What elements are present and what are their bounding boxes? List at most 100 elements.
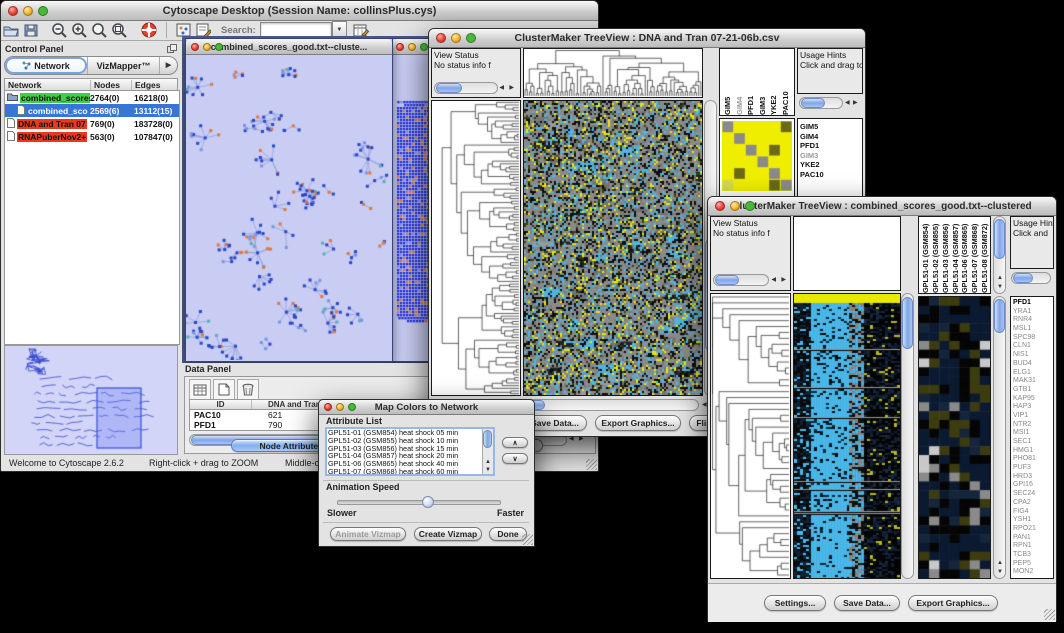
save-data-button[interactable]: Save Data...	[834, 595, 900, 611]
scroll-up-icon[interactable]: ▲	[997, 560, 1003, 566]
new-attribute-icon[interactable]	[213, 379, 235, 400]
close-button[interactable]	[8, 6, 18, 16]
minimize-button[interactable]	[451, 33, 461, 43]
row-label[interactable]: MSL1	[1013, 325, 1053, 334]
row-label[interactable]: RNR4	[1013, 316, 1053, 325]
slider-thumb[interactable]	[422, 496, 434, 508]
minimize-button[interactable]	[730, 201, 740, 211]
column-label[interactable]: GPL51-08 (GSM872)	[980, 217, 990, 293]
scroll-down-icon[interactable]: ▼	[485, 467, 491, 473]
close-button[interactable]	[191, 43, 199, 51]
row-label[interactable]: GIM4	[800, 132, 862, 142]
column-labels-vscroll[interactable]: ▲ ▼	[993, 216, 1006, 294]
zoom-in-icon[interactable]	[69, 21, 89, 40]
zoom-button[interactable]	[38, 6, 48, 16]
attribute-list-item[interactable]: GPL51-07 (GSM868) heat shock 60 min	[328, 468, 458, 476]
move-up-button[interactable]: ∧	[502, 437, 528, 448]
scroll-down-icon[interactable]: ▼	[997, 569, 1003, 575]
treeview2-titlebar[interactable]: ClusterMaker TreeView : combined_scores_…	[708, 197, 1056, 216]
row-label[interactable]: SEC24	[1013, 490, 1053, 499]
resize-grip[interactable]	[522, 534, 533, 545]
export-graphics-button[interactable]: Export Graphics...	[595, 415, 681, 431]
network-list-item[interactable]: RNAPuberNov2+563(0)107847(0)	[5, 130, 179, 143]
column-dendrogram-canvas[interactable]	[524, 49, 702, 97]
row-label[interactable]: PUF3	[1013, 464, 1053, 473]
network-list-item[interactable]: combined_scores_2764(0)16218(0)	[5, 91, 179, 104]
row-label[interactable]: RPN1	[1013, 542, 1053, 551]
zoom-out-icon[interactable]	[49, 21, 69, 40]
zoom-selected-icon[interactable]	[89, 21, 109, 40]
row-label[interactable]: PFD1	[1013, 299, 1053, 308]
close-button[interactable]	[436, 33, 446, 43]
network-overview-canvas[interactable]	[5, 346, 177, 454]
detail-heatmap-canvas[interactable]	[919, 297, 990, 578]
tab-overflow-arrow[interactable]: ▶	[159, 57, 177, 74]
hscroll-right-icon[interactable]: ▶	[853, 100, 858, 106]
minimize-button[interactable]	[203, 43, 211, 51]
resize-grip[interactable]	[1044, 609, 1055, 620]
hscroll-right-icon[interactable]: ▶	[781, 277, 786, 283]
hscroll-left-icon[interactable]: ◀	[702, 402, 707, 408]
network-list-item[interactable]: DNA and Tran 07769(0)183728(0)	[5, 117, 179, 130]
tab-network[interactable]: Network	[5, 57, 87, 74]
column-label[interactable]: GPL51-07 (GSM868)	[970, 217, 980, 293]
row-label[interactable]: FIG4	[1013, 508, 1053, 517]
column-label[interactable]: GPL51-01 (GSM854)	[921, 217, 931, 293]
row-label[interactable]: PEP5	[1013, 560, 1053, 569]
usage-hints-hscroll[interactable]	[799, 97, 843, 109]
row-label[interactable]: GTB1	[1013, 386, 1053, 395]
scroll-down-icon[interactable]: ▼	[997, 284, 1003, 290]
row-label[interactable]: NIS1	[1013, 351, 1053, 360]
usage-hints-hscroll[interactable]	[1011, 272, 1051, 284]
attribute-list-vscroll[interactable]: ▲ ▼	[482, 429, 493, 474]
row-label[interactable]: PFD1	[800, 141, 862, 151]
row-label[interactable]: MON2	[1013, 568, 1053, 577]
zoom-button[interactable]	[348, 403, 356, 411]
network-overview-panel[interactable]	[4, 345, 178, 455]
row-label[interactable]: BUD4	[1013, 360, 1053, 369]
row-label[interactable]: RPO21	[1013, 525, 1053, 534]
row-label[interactable]: PAC10	[800, 170, 862, 180]
column-label[interactable]: GPL51-04 (GSM857)	[951, 217, 961, 293]
row-label[interactable]: KAP95	[1013, 395, 1053, 404]
column-label[interactable]: GPL51-02 (GSM855)	[931, 217, 941, 293]
zoom-button[interactable]	[466, 33, 476, 43]
row-label[interactable]: HMG1	[1013, 447, 1053, 456]
close-button[interactable]	[715, 201, 725, 211]
row-label[interactable]: MAK31	[1013, 377, 1053, 386]
zoom-button[interactable]	[420, 43, 428, 51]
row-label[interactable]: GIM3	[800, 151, 862, 161]
column-label[interactable]: YKE2	[769, 49, 781, 115]
row-label[interactable]: NTR2	[1013, 421, 1053, 430]
zoom-button[interactable]	[215, 43, 223, 51]
network-graph-canvas[interactable]	[186, 55, 390, 360]
row-label[interactable]: TCB3	[1013, 551, 1053, 560]
help-icon[interactable]	[139, 21, 159, 40]
move-down-button[interactable]: ∨	[502, 453, 528, 464]
view-status-hscroll[interactable]	[434, 82, 498, 94]
row-label[interactable]: VIP1	[1013, 412, 1053, 421]
row-dendrogram-canvas[interactable]	[711, 294, 790, 578]
settings-button[interactable]: Settings...	[764, 595, 826, 611]
dialog-titlebar[interactable]: Map Colors to Network	[319, 400, 534, 415]
resize-grip[interactable]	[586, 459, 597, 470]
float-panel-icon[interactable]	[167, 40, 177, 58]
heatmap-canvas[interactable]	[524, 101, 702, 395]
delete-attribute-icon[interactable]	[237, 379, 259, 400]
column-label[interactable]: PAC10	[781, 49, 793, 115]
export-graphics-button[interactable]: Export Graphics...	[908, 595, 998, 611]
animation-speed-slider[interactable]	[337, 500, 501, 505]
minimize-button[interactable]	[23, 6, 33, 16]
hscroll-left-icon[interactable]: ◀	[771, 277, 776, 283]
row-label[interactable]: CPA2	[1013, 499, 1053, 508]
scroll-up-icon[interactable]: ▲	[485, 459, 491, 465]
zoom-button[interactable]	[745, 201, 755, 211]
hscroll-right-icon[interactable]: ▶	[509, 85, 514, 91]
row-dendrogram-canvas[interactable]	[432, 101, 520, 395]
tab-vizmapper[interactable]: VizMapper™	[87, 57, 159, 74]
minimize-button[interactable]	[408, 43, 416, 51]
scroll-up-icon[interactable]: ▲	[997, 275, 1003, 281]
open-session-button[interactable]	[1, 21, 21, 40]
column-label[interactable]: PFD1	[746, 49, 758, 115]
heatmap-canvas[interactable]	[794, 294, 900, 578]
